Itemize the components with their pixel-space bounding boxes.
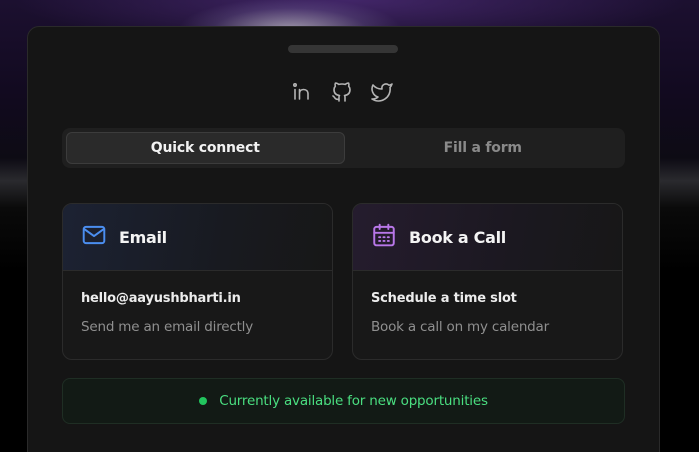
email-card-title: Email: [119, 227, 167, 247]
availability-banner: Currently available for new opportunitie…: [62, 378, 625, 424]
linkedin-icon[interactable]: [290, 80, 314, 104]
contact-tabs: Quick connect Fill a form: [62, 128, 625, 168]
book-call-card-description: Book a call on my calendar: [371, 319, 549, 335]
drag-handle[interactable]: [288, 45, 398, 53]
status-dot-icon: [199, 397, 208, 405]
schedule-time-slot[interactable]: Schedule a time slot: [371, 291, 604, 306]
availability-text: Currently available for new opportunitie…: [219, 393, 488, 409]
twitter-icon[interactable]: [370, 80, 394, 104]
email-address[interactable]: hello@aayushbharti.in: [81, 291, 314, 306]
mail-icon: [81, 222, 107, 252]
book-call-card-header: Book a Call: [353, 204, 622, 271]
github-icon[interactable]: [330, 80, 354, 104]
email-card[interactable]: Email hello@aayushbharti.in Send me an e…: [62, 203, 333, 360]
contact-panel: Quick connect Fill a form Email hello@aa…: [27, 26, 660, 452]
email-card-header: Email: [63, 204, 332, 271]
book-call-card[interactable]: Book a Call Schedule a time slot Book a …: [352, 203, 623, 360]
email-card-description: Send me an email directly: [81, 319, 254, 335]
social-links: [290, 80, 394, 104]
book-call-card-body: Schedule a time slot Book a call on my c…: [353, 271, 622, 335]
email-card-body: hello@aayushbharti.in Send me an email d…: [63, 271, 332, 335]
calendar-icon: [371, 222, 397, 252]
tab-quick-connect[interactable]: Quick connect: [66, 132, 345, 164]
tab-fill-a-form[interactable]: Fill a form: [345, 132, 622, 164]
book-call-card-title: Book a Call: [409, 227, 506, 247]
